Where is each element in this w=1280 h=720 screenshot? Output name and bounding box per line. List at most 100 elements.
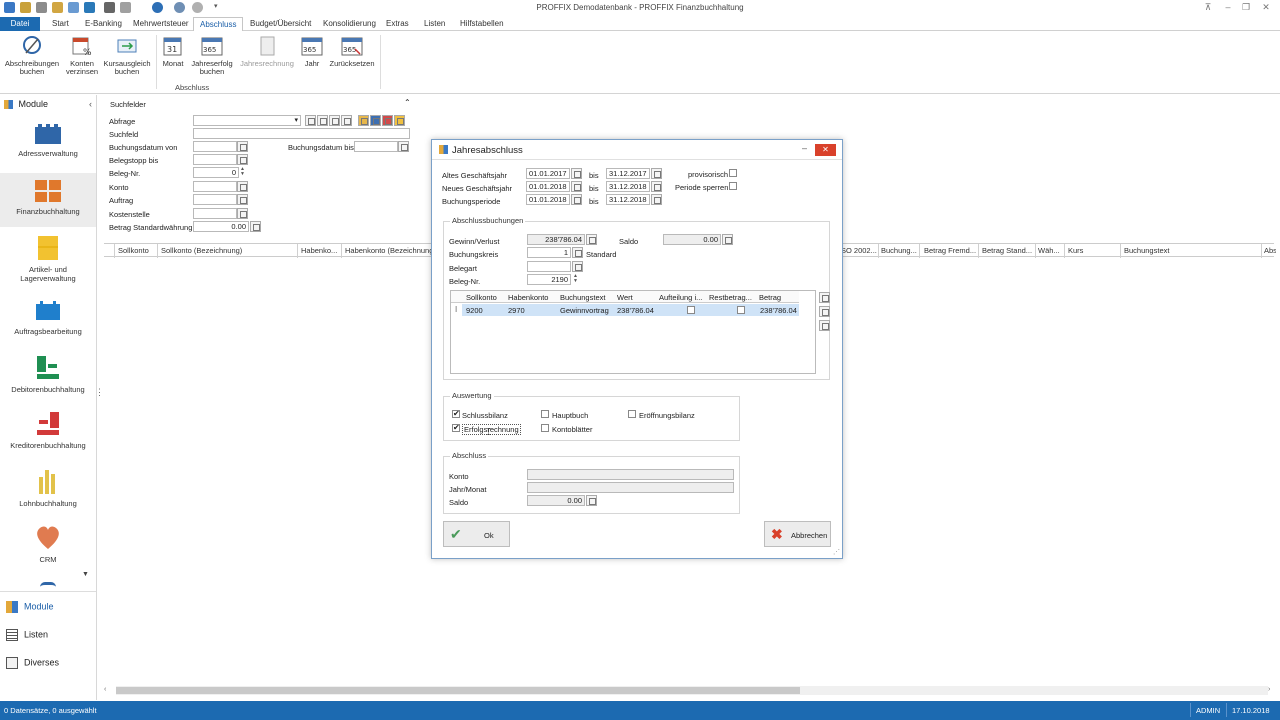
- scroll-right-icon[interactable]: ›: [1268, 686, 1278, 695]
- col-buchungstext[interactable]: Buchungstext: [1124, 246, 1254, 255]
- tab-konsolidierung[interactable]: Konsolidierung: [317, 17, 382, 31]
- tab-start[interactable]: Start: [46, 17, 75, 31]
- buchungsperiode-bis[interactable]: 31.12.2018: [606, 194, 650, 205]
- konten-verzinsen-button[interactable]: % Konten verzinsen: [63, 35, 101, 76]
- schlussbilanz-checkbox[interactable]: [452, 409, 460, 418]
- tab-datei[interactable]: Datei: [0, 17, 40, 31]
- table-row[interactable]: 9200 2970 Gewinnvortrag 238'786.04 238'7…: [462, 304, 799, 316]
- calculator-icon[interactable]: [250, 221, 261, 232]
- calendar-icon[interactable]: [571, 168, 582, 179]
- col-waehrung[interactable]: Wäh...: [1038, 246, 1064, 255]
- open-folder-icon[interactable]: [358, 115, 369, 126]
- calendar-icon[interactable]: [651, 194, 662, 205]
- calculator-icon[interactable]: [586, 495, 597, 506]
- tab-listen[interactable]: Listen: [418, 17, 451, 31]
- module-lohnbuchhaltung[interactable]: Lohnbuchhaltung: [0, 467, 96, 513]
- horizontal-scrollbar[interactable]: [116, 686, 1268, 695]
- provisorisch-checkbox[interactable]: [729, 169, 737, 177]
- col-betrag-fremd[interactable]: Betrag Fremd...: [924, 246, 980, 255]
- eraser-icon[interactable]: [382, 115, 393, 126]
- minimize-button[interactable]: –: [802, 143, 807, 153]
- calculator-icon[interactable]: [722, 234, 733, 245]
- module-debitorenbuchhaltung[interactable]: Debitorenbuchhaltung: [0, 355, 96, 401]
- jahresrechnung-button[interactable]: Jahresrechnung: [238, 35, 296, 68]
- maximize-button[interactable]: ❐: [1240, 2, 1252, 13]
- neues-gj-bis[interactable]: 31.12.2018: [606, 181, 650, 192]
- lookup-icon[interactable]: [572, 261, 583, 272]
- periode-sperren-checkbox[interactable]: [729, 182, 737, 190]
- lookup-icon[interactable]: [572, 247, 583, 258]
- calendar-icon[interactable]: [571, 194, 582, 205]
- query-edit-icon[interactable]: [317, 115, 328, 126]
- col-so[interactable]: SO 2002...: [841, 246, 879, 255]
- tab-extras[interactable]: Extras: [380, 17, 415, 31]
- calendar-icon[interactable]: [571, 181, 582, 192]
- save-icon[interactable]: [370, 115, 381, 126]
- nav-module[interactable]: Module: [6, 601, 54, 613]
- table-list-icon[interactable]: [819, 320, 830, 331]
- pin-icon[interactable]: ⊼: [1202, 2, 1214, 13]
- col-sollkonto-bezeichnung[interactable]: Sollkonto (Bezeichnung): [161, 246, 281, 255]
- ok-button[interactable]: ✔ Ok: [443, 521, 510, 547]
- calendar-icon[interactable]: [398, 141, 409, 152]
- calendar-icon[interactable]: [237, 154, 248, 165]
- resize-grip-icon[interactable]: ⋰: [833, 548, 840, 556]
- kostenstelle-input[interactable]: [193, 208, 237, 219]
- hauptbuch-checkbox[interactable]: [541, 410, 549, 418]
- col-habenkonto[interactable]: Habenko...: [301, 246, 341, 255]
- abschreibungen-buchen-button[interactable]: Abschreibungen buchen: [2, 35, 62, 76]
- tab-budget[interactable]: Budget/Übersicht: [244, 17, 317, 31]
- spinner-icon[interactable]: ▲ ▼: [573, 274, 578, 284]
- tab-mehrwertsteuer[interactable]: Mehrwertsteuer: [127, 17, 195, 31]
- belegstopp-input[interactable]: [193, 154, 237, 165]
- nav-listen[interactable]: Listen: [6, 629, 48, 641]
- minimize-button[interactable]: –: [1222, 2, 1234, 13]
- beleg-nr-input[interactable]: 0: [193, 167, 239, 178]
- suchfeld-input[interactable]: [193, 128, 410, 139]
- module-artikel-lager[interactable]: Artikel- und Lagerverwaltung: [0, 235, 96, 289]
- betrag-input[interactable]: 0.00: [193, 221, 249, 232]
- erfolgsrechnung-checkbox[interactable]: [452, 423, 460, 432]
- altes-gj-von[interactable]: 01.01.2017: [526, 168, 570, 179]
- module-finanzbuchhaltung[interactable]: Finanzbuchhaltung: [0, 173, 96, 227]
- kursausgleich-buchen-button[interactable]: Kursausgleich buchen: [103, 35, 151, 76]
- lookup-icon[interactable]: [237, 208, 248, 219]
- buchungsdatum-von-input[interactable]: [193, 141, 237, 152]
- jahreserfolg-buchen-button[interactable]: 365 Jahreserfolg buchen: [190, 35, 234, 76]
- module-adressverwaltung[interactable]: Adressverwaltung: [0, 123, 96, 171]
- abfrage-select[interactable]: ▾: [193, 115, 301, 126]
- query-delete-icon[interactable]: [341, 115, 352, 126]
- tab-hilfstabellen[interactable]: Hilfstabellen: [454, 17, 510, 31]
- star-icon[interactable]: [394, 115, 405, 126]
- konto-input[interactable]: [193, 181, 237, 192]
- tab-e-banking[interactable]: E-Banking: [79, 17, 128, 31]
- zuruecksetzen-button[interactable]: 365 Zurücksetzen: [328, 35, 376, 68]
- lookup-icon[interactable]: [237, 194, 248, 205]
- col-buchung[interactable]: Buchung...: [881, 246, 921, 255]
- scroll-left-icon[interactable]: ‹: [104, 686, 114, 695]
- nav-diverses[interactable]: Diverses: [6, 657, 59, 669]
- calendar-icon[interactable]: [651, 168, 662, 179]
- col-sollkonto[interactable]: Sollkonto: [118, 246, 158, 255]
- col-abs[interactable]: Abs: [1264, 246, 1276, 255]
- belegart-input[interactable]: [527, 261, 571, 272]
- beleg-nr-input[interactable]: 2190: [527, 274, 571, 285]
- buchungsperiode-von[interactable]: 01.01.2018: [526, 194, 570, 205]
- col-kurs[interactable]: Kurs: [1068, 246, 1118, 255]
- neues-gj-von[interactable]: 01.01.2018: [526, 181, 570, 192]
- table-edit-icon[interactable]: [819, 306, 830, 317]
- close-window-button[interactable]: ✕: [1260, 2, 1272, 13]
- collapse-icon[interactable]: ‹: [89, 99, 92, 109]
- calculator-icon[interactable]: [586, 234, 597, 245]
- lookup-icon[interactable]: [237, 181, 248, 192]
- kontoblaetter-checkbox[interactable]: [541, 424, 549, 432]
- module-crm[interactable]: CRM: [0, 523, 96, 569]
- module-kreditorenbuchhaltung[interactable]: Kreditorenbuchhaltung: [0, 411, 96, 457]
- scrollbar-thumb[interactable]: [116, 687, 800, 694]
- splitter-grip-icon[interactable]: ⋮: [95, 387, 104, 398]
- abbrechen-button[interactable]: ✖ Abbrechen: [764, 521, 831, 547]
- tab-abschluss[interactable]: Abschluss: [193, 17, 244, 32]
- eroeffnungsbilanz-checkbox[interactable]: [628, 410, 636, 418]
- query-icon[interactable]: [305, 115, 316, 126]
- aufteilung-checkbox[interactable]: [687, 306, 695, 314]
